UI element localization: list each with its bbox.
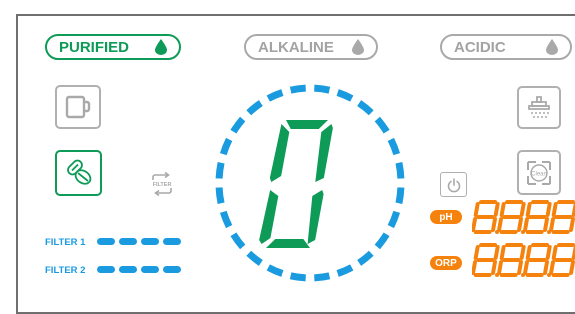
- readout-digit: [523, 243, 552, 277]
- shower-button[interactable]: [517, 86, 561, 129]
- ring-segment: [374, 232, 390, 250]
- ring-segment: [289, 272, 306, 282]
- filter1-level-bars: [97, 238, 181, 245]
- ring-segment: [215, 162, 225, 179]
- filter1-label: FILTER 1: [45, 237, 86, 248]
- ring-segment: [357, 250, 374, 266]
- center-display: [215, 84, 405, 282]
- filter2-bar: [119, 266, 137, 273]
- readout-digit: [472, 200, 500, 234]
- orp-badge: ORP: [430, 256, 462, 270]
- filter2-bar: [141, 266, 159, 273]
- filter1-bar: [163, 238, 181, 245]
- mode-acidic-button[interactable]: ACIDIC: [440, 34, 572, 60]
- filter2-label: FILTER 2: [45, 265, 86, 276]
- readout-digit: [497, 243, 526, 277]
- clean-icon: Clean: [527, 160, 551, 185]
- ring-segment: [387, 137, 401, 156]
- water-drop-icon: [352, 39, 364, 55]
- ring-segment: [230, 116, 246, 134]
- mode-alkaline-label: ALKALINE: [258, 38, 334, 56]
- ring-segment: [395, 162, 405, 179]
- ring-segment: [246, 250, 263, 266]
- water-drop-icon: [546, 39, 558, 55]
- ring-segment: [314, 84, 331, 94]
- mode-purified-button[interactable]: PURIFIED: [45, 34, 181, 60]
- mode-alkaline-button[interactable]: ALKALINE: [244, 34, 378, 60]
- filter2-level-bars: [97, 266, 181, 273]
- filter1-bar: [119, 238, 137, 245]
- ring-segment: [336, 264, 354, 277]
- ring-segment: [266, 89, 284, 102]
- clean-text: Clean: [531, 171, 547, 177]
- ring-segment: [289, 84, 306, 94]
- progress-ring: [215, 84, 405, 282]
- ring-segment: [215, 187, 225, 204]
- ring-segment: [314, 272, 331, 282]
- water-drop-icon: [155, 39, 167, 55]
- filter-capsules-icon: [66, 159, 91, 185]
- readout-digit: [472, 243, 500, 277]
- readout-digit: [497, 200, 526, 234]
- ph-badge: pH: [430, 210, 462, 224]
- cup-icon: [65, 95, 91, 119]
- ring-segment: [246, 100, 263, 116]
- ring-segment: [219, 137, 233, 156]
- cup-button[interactable]: [55, 85, 101, 129]
- filter2-bar: [163, 266, 181, 273]
- ring-segment: [336, 89, 354, 102]
- ph-readout: [472, 200, 575, 234]
- power-icon: [447, 177, 460, 192]
- mode-acidic-label: ACIDIC: [454, 38, 506, 56]
- readout-digit: [549, 200, 575, 234]
- ring-segment: [387, 210, 401, 229]
- filter-cycle-text: FILTER: [153, 182, 172, 188]
- shower-icon: [528, 95, 550, 118]
- mode-purified-label: PURIFIED: [59, 38, 130, 56]
- ring-segment: [230, 232, 246, 250]
- ring-segment: [395, 187, 405, 204]
- power-button[interactable]: [440, 172, 467, 197]
- filter1-bar: [141, 238, 159, 245]
- ring-segment: [219, 210, 233, 229]
- filter-cycle-icon[interactable]: FILTER: [148, 171, 176, 197]
- orp-readout: [472, 243, 575, 277]
- filter1-bar: [97, 238, 115, 245]
- readout-digit: [523, 200, 552, 234]
- clean-button[interactable]: Clean: [517, 150, 561, 195]
- filter2-bar: [97, 266, 115, 273]
- seven-segment-digit: [259, 120, 333, 248]
- ring-segment: [374, 116, 390, 134]
- ring-segment: [357, 100, 374, 116]
- filter-capsules-button[interactable]: [55, 150, 102, 196]
- ring-segment: [266, 264, 284, 277]
- readout-digit: [549, 243, 575, 277]
